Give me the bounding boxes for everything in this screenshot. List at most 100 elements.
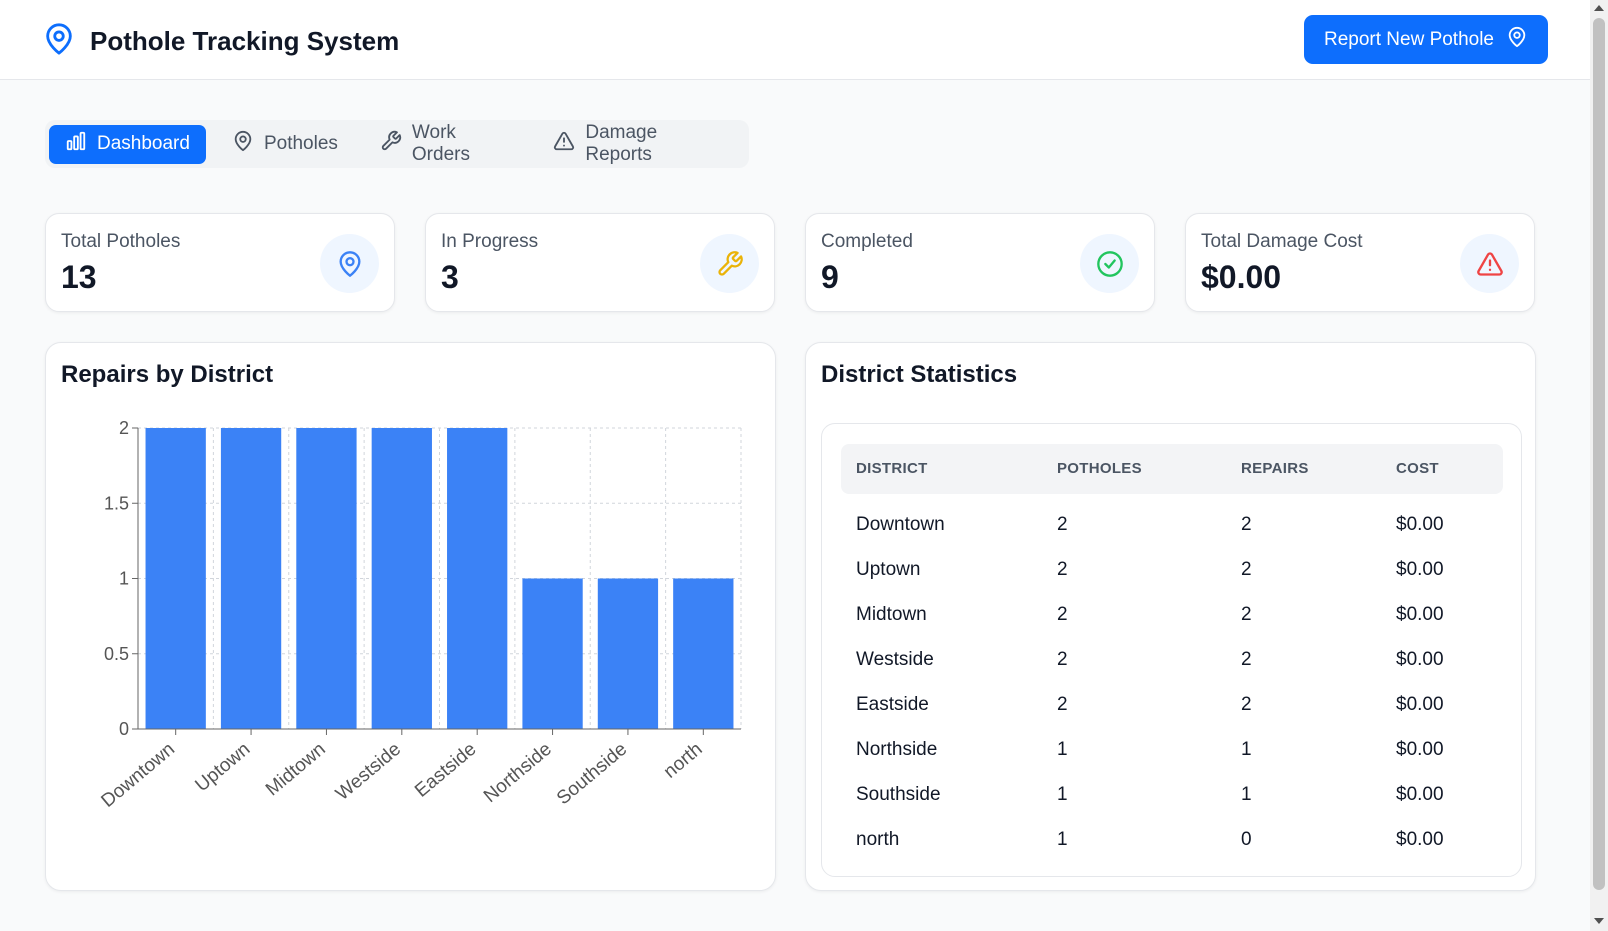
column-header-potholes[interactable]: POTHOLES: [1057, 460, 1142, 477]
district-statistics-panel: District Statistics DISTRICT POTHOLES RE…: [805, 342, 1536, 891]
repairs-by-district-panel: Repairs by District 0 0.5 1 1.5 2 Downtown Upt…: [45, 342, 776, 891]
cell-cost: $0.00: [1396, 784, 1444, 805]
stat-value: 3: [441, 259, 459, 295]
stat-label: Total Damage Cost: [1201, 231, 1363, 252]
table-row: Downtown 2 2 $0.00: [841, 502, 1503, 547]
wrench-icon: [380, 130, 402, 158]
brand: Pothole Tracking System: [42, 22, 399, 61]
x-tick-label: Midtown: [262, 739, 330, 801]
bar-downtown: [145, 428, 206, 729]
x-tick-label: Eastside: [411, 739, 480, 802]
tab-damage-reports[interactable]: Damage Reports: [537, 122, 735, 165]
bar-chart-icon: [65, 130, 87, 158]
x-tick-label: Westside: [332, 739, 405, 805]
cell-repairs: 1: [1241, 739, 1252, 760]
repairs-bar-chart: 0 0.5 1 1.5 2 Downtown Uptown Midtown Westside Ea…: [97, 418, 742, 812]
nav-tabs: Dashboard Potholes Work Orders Damage Re…: [45, 120, 749, 168]
y-tick-label: 1.5: [104, 493, 129, 513]
tab-potholes[interactable]: Potholes: [216, 125, 354, 164]
cell-repairs: 2: [1241, 559, 1252, 580]
wrench-icon: [700, 234, 759, 293]
column-header-district[interactable]: DISTRICT: [856, 460, 928, 477]
cell-district: Northside: [856, 739, 938, 760]
column-header-repairs[interactable]: REPAIRS: [1241, 460, 1309, 477]
stat-value: 9: [821, 259, 839, 295]
y-tick-label: 2: [119, 418, 129, 438]
cell-potholes: 2: [1057, 514, 1068, 535]
stat-card-total-potholes: Total Potholes 13: [45, 213, 395, 312]
bar-uptown: [220, 428, 282, 729]
app-header: Pothole Tracking System Report New Potho…: [0, 0, 1590, 80]
y-tick-label: 0.5: [104, 644, 129, 664]
report-new-pothole-button[interactable]: Report New Pothole: [1304, 15, 1548, 64]
x-tick-label: Southside: [553, 739, 631, 809]
stat-label: In Progress: [441, 231, 539, 252]
cell-repairs: 2: [1241, 649, 1252, 670]
map-pin-icon: [320, 234, 379, 293]
tab-label: Work Orders: [411, 122, 470, 165]
cell-potholes: 1: [1057, 784, 1068, 805]
bar-northside: [522, 578, 583, 729]
cell-potholes: 2: [1057, 694, 1068, 715]
table-row: Westside 2 2 $0.00: [841, 637, 1503, 682]
bar-midtown: [296, 428, 357, 729]
table-row: Northside 1 1 $0.00: [841, 727, 1503, 772]
table-row: Southside 1 1 $0.00: [841, 772, 1503, 817]
cell-district: Westside: [856, 649, 934, 670]
cell-district: Eastside: [856, 694, 929, 715]
cell-repairs: 0: [1241, 829, 1252, 850]
district-table: DISTRICT POTHOLES REPAIRS COST Downtown …: [821, 423, 1522, 877]
tab-dashboard[interactable]: Dashboard: [49, 124, 206, 164]
table-row: Eastside 2 2 $0.00: [841, 682, 1503, 727]
tab-label: Potholes: [263, 133, 338, 154]
cell-cost: $0.00: [1396, 694, 1444, 715]
x-tick-label: Uptown: [191, 739, 254, 796]
cell-repairs: 1: [1241, 784, 1252, 805]
stat-card-total-damage-cost: Total Damage Cost $0.00: [1185, 213, 1535, 312]
stat-label: Total Potholes: [61, 231, 181, 252]
map-pin-icon: [1506, 26, 1528, 54]
y-tick-label: 1: [119, 569, 129, 589]
scroll-down-arrow[interactable]: [1594, 918, 1604, 924]
x-tick-label: Downtown: [97, 739, 178, 812]
bar-north: [673, 578, 734, 729]
table-row: Uptown 2 2 $0.00: [841, 547, 1503, 592]
cell-cost: $0.00: [1396, 829, 1444, 850]
cell-cost: $0.00: [1396, 559, 1444, 580]
tab-label: Damage Reports: [585, 122, 658, 165]
cell-repairs: 2: [1241, 604, 1252, 625]
stat-value: 13: [61, 259, 97, 295]
table-header: DISTRICT POTHOLES REPAIRS COST: [841, 444, 1503, 494]
stat-card-completed: Completed 9: [805, 213, 1155, 312]
scroll-thumb[interactable]: [1593, 18, 1605, 890]
alert-triangle-icon: [553, 130, 575, 158]
check-circle-icon: [1080, 234, 1139, 293]
map-pin-icon: [232, 130, 254, 158]
bar-southside: [597, 578, 659, 729]
cell-district: Uptown: [856, 559, 921, 580]
column-header-cost[interactable]: COST: [1396, 460, 1439, 477]
alert-triangle-icon: [1460, 234, 1519, 293]
cell-potholes: 1: [1057, 739, 1068, 760]
cell-cost: $0.00: [1396, 514, 1444, 535]
tab-label: Dashboard: [97, 133, 190, 154]
cell-potholes: 2: [1057, 559, 1068, 580]
cell-potholes: 2: [1057, 604, 1068, 625]
cell-district: Downtown: [856, 514, 945, 535]
cell-repairs: 2: [1241, 694, 1252, 715]
stat-label: Completed: [821, 231, 913, 252]
table-row: north 1 0 $0.00: [841, 817, 1503, 862]
bar-eastside: [447, 428, 508, 729]
report-button-label: Report New Pothole: [1323, 28, 1495, 50]
map-pin-icon: [42, 22, 76, 61]
cell-district: Southside: [856, 784, 941, 805]
cell-repairs: 2: [1241, 514, 1252, 535]
vertical-scrollbar[interactable]: [1590, 0, 1608, 931]
tab-work-orders[interactable]: Work Orders: [364, 122, 527, 165]
stat-card-in-progress: In Progress 3: [425, 213, 775, 312]
y-tick-label: 0: [119, 719, 129, 739]
app-title: Pothole Tracking System: [90, 26, 400, 56]
scroll-up-arrow[interactable]: [1594, 5, 1604, 11]
cell-potholes: 1: [1057, 829, 1068, 850]
cell-district: north: [856, 829, 900, 850]
